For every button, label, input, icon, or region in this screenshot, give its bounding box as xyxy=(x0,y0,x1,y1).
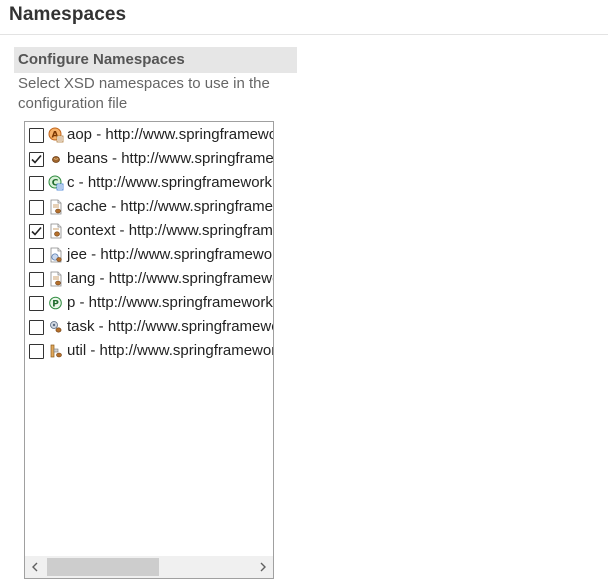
namespace-label: p - http://www.springframework.org/schem… xyxy=(67,294,273,311)
checkbox-lang[interactable] xyxy=(29,272,44,287)
namespace-label: beans - http://www.springframework.org/s… xyxy=(67,150,273,167)
checkbox-context[interactable] xyxy=(29,224,44,239)
p-namespace-icon: P xyxy=(48,295,64,311)
namespace-label: cache - http://www.springframework.org/s… xyxy=(67,198,273,215)
namespace-row-jee[interactable]: jee - http://www.springframework.org/sch… xyxy=(25,244,273,268)
checkbox-aop[interactable] xyxy=(29,128,44,143)
checkbox-cache[interactable] xyxy=(29,200,44,215)
checkbox-p[interactable] xyxy=(29,296,44,311)
namespace-row-task[interactable]: task - http://www.springframework.org/sc… xyxy=(25,316,273,340)
chevron-left-icon xyxy=(32,562,38,572)
checkbox-c[interactable] xyxy=(29,176,44,191)
lang-icon xyxy=(48,271,64,287)
checkbox-task[interactable] xyxy=(29,320,44,335)
namespace-label: aop - http://www.springframework.org/sch… xyxy=(67,126,273,143)
scroll-right-button[interactable] xyxy=(253,556,273,578)
namespace-row-aop[interactable]: A aop - http://www.springframework.org/s… xyxy=(25,124,273,148)
namespace-row-context[interactable]: context - http://www.springframework.org… xyxy=(25,220,273,244)
namespace-row-cache[interactable]: cache - http://www.springframework.org/s… xyxy=(25,196,273,220)
namespace-row-lang[interactable]: lang - http://www.springframework.org/sc… xyxy=(25,268,273,292)
section-title: Configure Namespaces xyxy=(18,51,185,68)
checkbox-jee[interactable] xyxy=(29,248,44,263)
namespace-row-beans[interactable]: beans - http://www.springframework.org/s… xyxy=(25,148,273,172)
context-icon xyxy=(48,223,64,239)
namespace-row-util[interactable]: util - http://www.springframework.org/sc… xyxy=(25,340,273,364)
task-icon xyxy=(48,319,64,335)
aop-icon: A xyxy=(48,127,64,143)
namespace-list[interactable]: A aop - http://www.springframework.org/s… xyxy=(24,121,274,579)
namespace-row-p[interactable]: P p - http://www.springframework.org/sch… xyxy=(25,292,273,316)
section-header: Configure Namespaces xyxy=(14,47,297,73)
title-divider xyxy=(0,34,608,35)
namespace-label: c - http://www.springframework.org/schem… xyxy=(67,174,273,191)
jee-icon xyxy=(48,247,64,263)
scrollbar-thumb[interactable] xyxy=(47,558,159,576)
beans-icon xyxy=(48,151,64,167)
page-title: Namespaces xyxy=(9,4,127,25)
namespace-row-c[interactable]: C c - http://www.springframework.org/sch… xyxy=(25,172,273,196)
checkbox-util[interactable] xyxy=(29,344,44,359)
horizontal-scrollbar[interactable] xyxy=(25,556,273,578)
namespace-label: util - http://www.springframework.org/sc… xyxy=(67,342,273,359)
c-namespace-icon: C xyxy=(48,175,64,191)
section-description: Select XSD namespaces to use in the conf… xyxy=(18,75,270,112)
namespace-label: lang - http://www.springframework.org/sc… xyxy=(67,270,273,287)
checkbox-beans[interactable] xyxy=(29,152,44,167)
svg-text:P: P xyxy=(52,299,59,309)
namespace-items: A aop - http://www.springframework.org/s… xyxy=(25,122,273,556)
namespace-label: jee - http://www.springframework.org/sch… xyxy=(67,246,273,263)
cache-icon xyxy=(48,199,64,215)
util-icon xyxy=(48,343,64,359)
chevron-right-icon xyxy=(260,562,266,572)
namespace-label: task - http://www.springframework.org/sc… xyxy=(67,318,273,335)
scroll-left-button[interactable] xyxy=(25,556,45,578)
namespace-label: context - http://www.springframework.org… xyxy=(67,222,273,239)
